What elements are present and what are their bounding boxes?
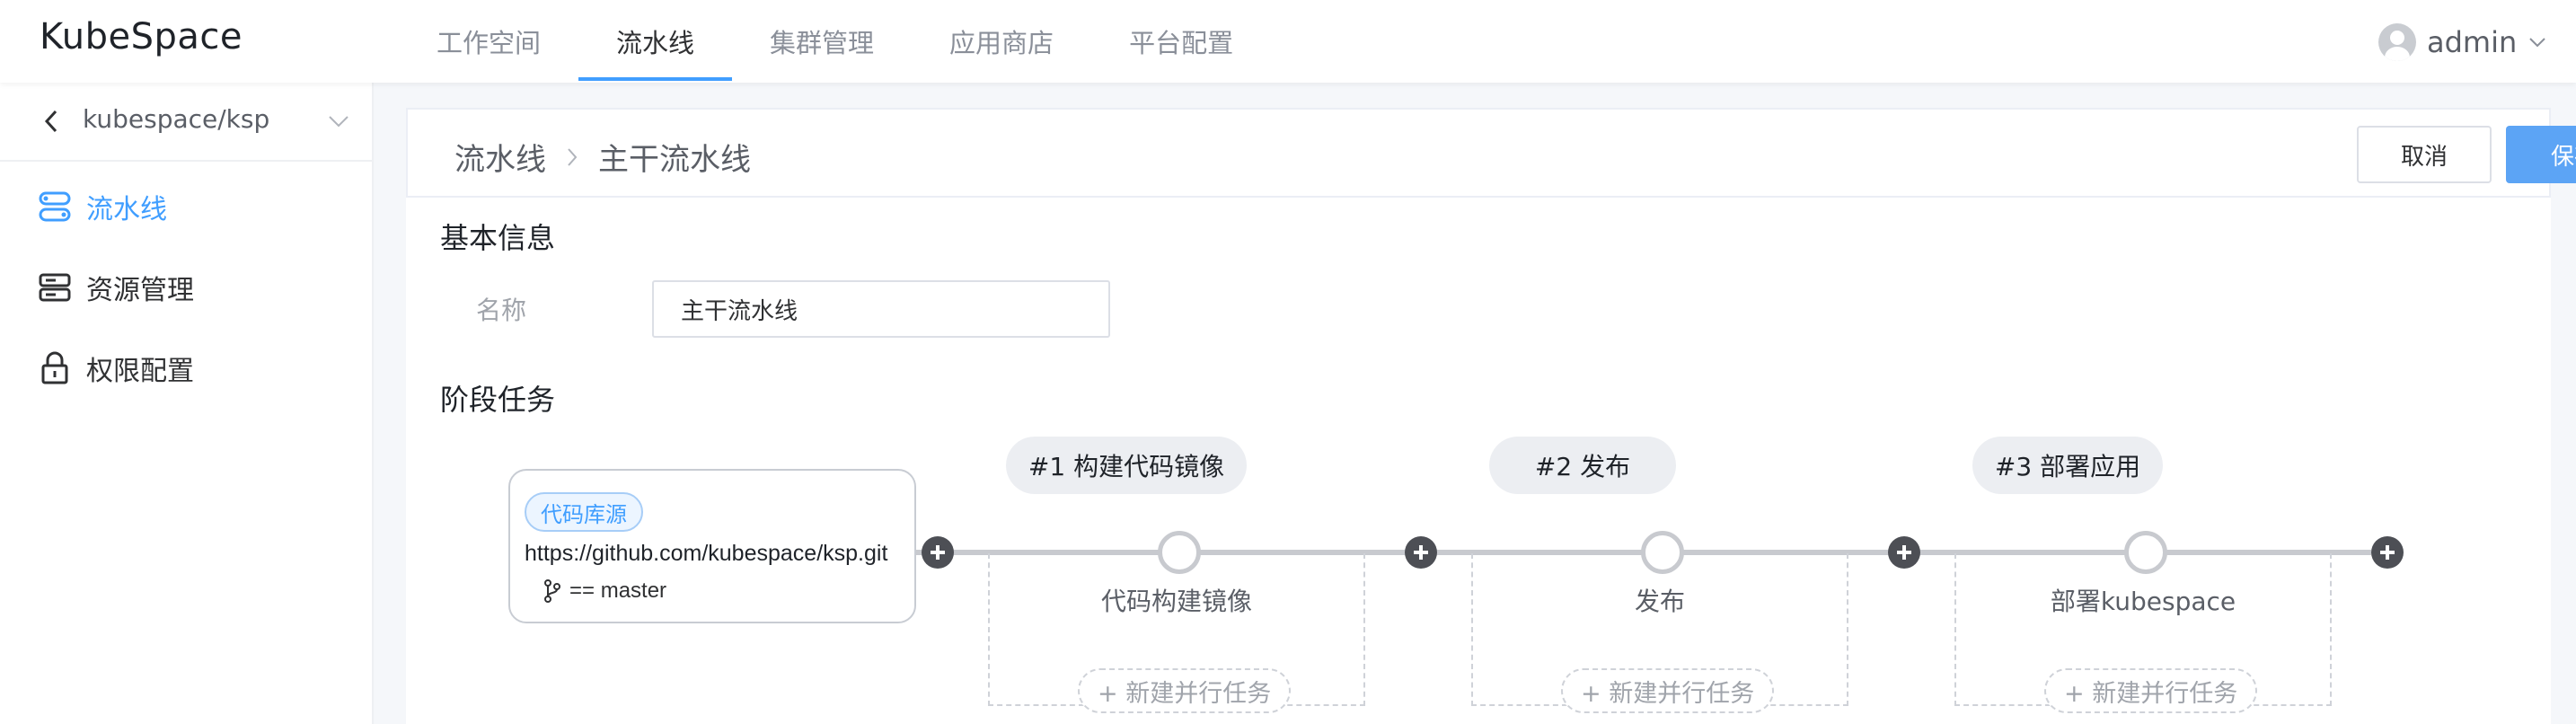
user-avatar-icon bbox=[2378, 23, 2416, 61]
sidebar-item-pipeline[interactable]: 流水线 bbox=[0, 171, 372, 243]
pipeline-editor: 流水线 主干流水线 取消 保存 基本信息 名称 主干流水线 阶段任务 代码库源 … bbox=[406, 108, 2576, 724]
user-menu[interactable]: admin bbox=[2378, 22, 2547, 63]
add-parallel-task-button[interactable]: + 新建并行任务 bbox=[1561, 668, 1775, 713]
lock-icon bbox=[41, 351, 68, 384]
name-label: 名称 bbox=[476, 296, 527, 325]
add-stage-plus-icon[interactable] bbox=[922, 536, 954, 569]
add-parallel-task-button[interactable]: + 新建并行任务 bbox=[2044, 668, 2258, 713]
task-label-1[interactable]: 代码构建镜像 bbox=[988, 582, 1365, 618]
project-selector[interactable]: kubespace/ksp bbox=[0, 83, 372, 162]
breadcrumb-item-current: 主干流水线 bbox=[598, 142, 751, 178]
storage-icon bbox=[39, 273, 71, 302]
add-stage-plus-icon[interactable] bbox=[1405, 536, 1437, 569]
stage-title-1[interactable]: #1 构建代码镜像 bbox=[1006, 437, 1247, 494]
main-nav: 工作空间 流水线 集群管理 应用商店 平台配置 bbox=[399, 0, 1271, 83]
name-input[interactable]: 主干流水线 bbox=[652, 280, 1110, 338]
repo-url: https://github.com/kubespace/ksp.git bbox=[525, 541, 888, 566]
branch-condition: == master bbox=[569, 578, 667, 603]
main-content: 流水线 主干流水线 取消 保存 基本信息 名称 主干流水线 阶段任务 代码库源 … bbox=[374, 83, 2576, 724]
code-source-card[interactable]: 代码库源 https://github.com/kubespace/ksp.gi… bbox=[508, 469, 916, 623]
task-node-circle[interactable] bbox=[1158, 531, 1201, 574]
nav-item-pipeline[interactable]: 流水线 bbox=[578, 0, 733, 83]
task-label-3[interactable]: 部署kubespace bbox=[1954, 582, 2332, 618]
basic-info-title: 基本信息 bbox=[440, 221, 556, 255]
add-stage-plus-icon[interactable] bbox=[1888, 536, 1920, 569]
nav-item-workspace[interactable]: 工作空间 bbox=[399, 0, 578, 83]
project-name: kubespace/ksp bbox=[83, 104, 270, 134]
branch-filter: == master bbox=[543, 578, 666, 604]
sidebar-item-resources[interactable]: 资源管理 bbox=[0, 252, 372, 323]
sidebar-item-label: 流水线 bbox=[86, 194, 167, 225]
stage-title-2[interactable]: #2 发布 bbox=[1489, 437, 1676, 494]
back-arrow-icon[interactable] bbox=[41, 108, 61, 135]
nav-item-platform[interactable]: 平台配置 bbox=[1091, 0, 1271, 83]
chevron-down-icon bbox=[329, 116, 348, 128]
sidebar-item-label: 权限配置 bbox=[86, 356, 194, 387]
add-stage-plus-icon[interactable] bbox=[2371, 536, 2404, 569]
chevron-right-icon bbox=[568, 147, 578, 166]
nav-item-cluster[interactable]: 集群管理 bbox=[732, 0, 912, 83]
sidebar: kubespace/ksp 流水线 资源管理 权限配置 bbox=[0, 83, 374, 724]
code-source-badge: 代码库源 bbox=[525, 492, 643, 532]
top-bar: KubeSpace 工作空间 流水线 集群管理 应用商店 平台配置 admin bbox=[0, 0, 2576, 83]
nav-item-appstore[interactable]: 应用商店 bbox=[912, 0, 1091, 83]
app-logo[interactable]: KubeSpace bbox=[40, 16, 243, 57]
stages-section-title: 阶段任务 bbox=[440, 383, 556, 417]
sidebar-item-label: 资源管理 bbox=[86, 275, 194, 306]
task-node-circle[interactable] bbox=[2124, 531, 2167, 574]
task-node-circle[interactable] bbox=[1641, 531, 1684, 574]
chevron-down-icon bbox=[2529, 38, 2545, 48]
git-branch-icon bbox=[544, 579, 560, 603]
task-label-2[interactable]: 发布 bbox=[1471, 582, 1848, 618]
stage-title-3[interactable]: #3 部署应用 bbox=[1972, 437, 2163, 494]
breadcrumb: 流水线 主干流水线 bbox=[454, 135, 751, 179]
save-button[interactable]: 保存 bbox=[2506, 126, 2576, 183]
page-header: 流水线 主干流水线 取消 保存 bbox=[406, 108, 2576, 198]
add-parallel-task-button[interactable]: + 新建并行任务 bbox=[1078, 668, 1292, 713]
cancel-button[interactable]: 取消 bbox=[2357, 126, 2492, 183]
sidebar-item-permissions[interactable]: 权限配置 bbox=[0, 332, 372, 404]
pipeline-icon bbox=[39, 191, 71, 222]
breadcrumb-item-pipeline[interactable]: 流水线 bbox=[454, 135, 546, 179]
user-name: admin bbox=[2427, 25, 2518, 59]
